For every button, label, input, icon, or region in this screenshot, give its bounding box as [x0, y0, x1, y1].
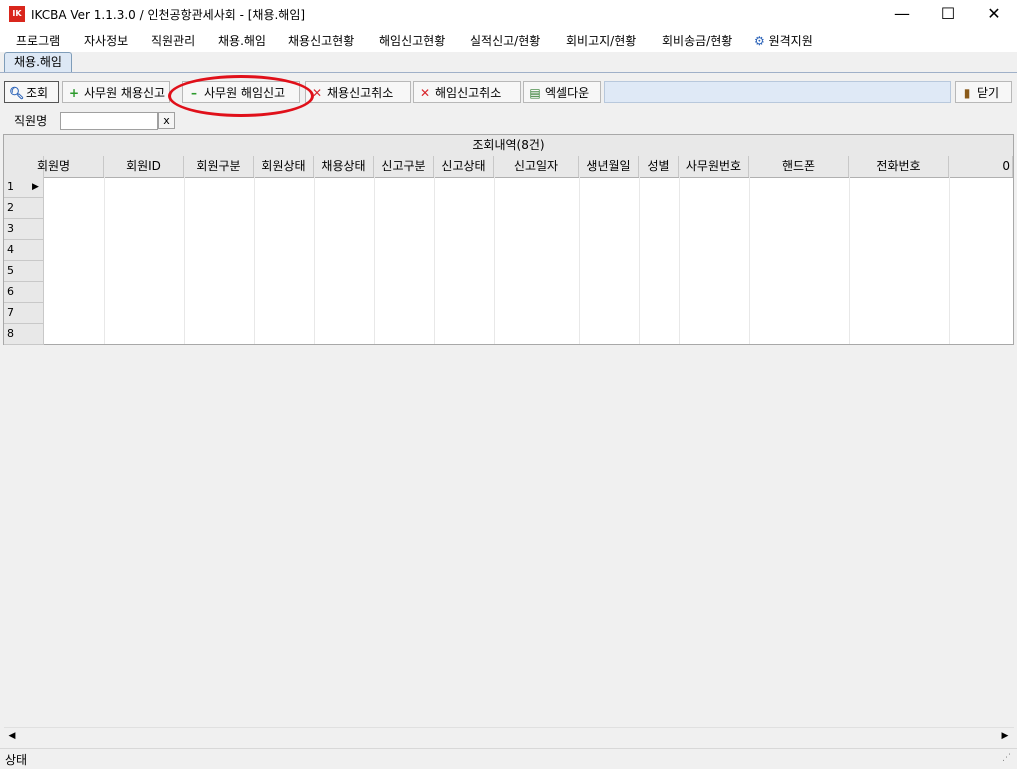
toolbar-spacer	[604, 81, 951, 103]
cancel-hire-report-label: 채용신고취소	[327, 86, 394, 100]
search-button-label: 조회	[26, 86, 49, 100]
row-header[interactable]: 1 ▶	[4, 177, 44, 198]
grid-column-divider	[184, 177, 185, 344]
cancel-dismiss-report-label: 해임신고취소	[435, 86, 502, 100]
excel-icon: ▤	[529, 86, 541, 100]
row-header[interactable]: 7	[4, 303, 44, 324]
cancel-hire-report-button[interactable]: ✕ 채용신고취소	[305, 81, 411, 103]
grid-column-divider	[374, 177, 375, 344]
column-header-report-status[interactable]: 신고상태	[434, 156, 494, 177]
staff-name-input[interactable]	[60, 112, 158, 130]
highlight-annotation	[168, 75, 314, 117]
row-number: 1	[7, 180, 14, 193]
column-header-report-date[interactable]: 신고일자	[494, 156, 579, 177]
column-header-hire-status[interactable]: 채용상태	[314, 156, 374, 177]
row-header[interactable]: 8	[4, 324, 44, 345]
staff-hire-report-label: 사무원 채용신고	[84, 86, 166, 100]
close-screen-label: 닫기	[977, 86, 1000, 100]
column-header-member-name[interactable]: 회원명	[4, 156, 104, 177]
magnifier-icon: 🔍︎	[9, 86, 25, 100]
menu-hire-dismiss[interactable]: 채용.해임	[218, 32, 266, 49]
search-button[interactable]: 🔍︎ 조회	[4, 81, 59, 103]
menu-dismiss-report-status[interactable]: 해임신고현황	[379, 32, 445, 49]
scroll-right-icon[interactable]: ▶	[998, 729, 1012, 743]
row-header[interactable]: 5	[4, 261, 44, 282]
menu-staff-management[interactable]: 직원관리	[151, 32, 195, 49]
scroll-left-icon[interactable]: ◀	[5, 729, 19, 743]
row-header[interactable]: 2	[4, 198, 44, 219]
remote-support-label: 원격지원	[768, 34, 813, 48]
cancel-dismiss-report-button[interactable]: ✕ 해임신고취소	[413, 81, 521, 103]
grid-column-divider	[314, 177, 315, 344]
column-header-member-status[interactable]: 회원상태	[254, 156, 314, 177]
grid-column-divider	[104, 177, 105, 344]
status-bar	[0, 748, 1017, 769]
menu-company-info[interactable]: 자사정보	[84, 32, 128, 49]
status-text: 상태	[5, 753, 28, 767]
menu-hire-report-status[interactable]: 채용신고현황	[288, 32, 354, 49]
column-header-phone[interactable]: 전화번호	[849, 156, 949, 177]
grid-column-divider	[494, 177, 495, 344]
minimize-button[interactable]: —	[879, 0, 925, 28]
excel-download-button[interactable]: ▤ 엑셀다운	[523, 81, 601, 103]
column-header-truncated[interactable]: 0	[949, 156, 1013, 177]
row-header[interactable]: 4	[4, 240, 44, 261]
column-header-staff-number[interactable]: 사무원번호	[679, 156, 749, 177]
menu-fee-notice[interactable]: 회비고지/현황	[566, 32, 636, 49]
horizontal-scrollbar[interactable]	[4, 727, 1014, 746]
window-title: IKCBA Ver 1.1.3.0 / 인천공항관세사회 - [채용.해임]	[31, 8, 306, 22]
resize-grip-icon[interactable]: ⋰	[1002, 753, 1011, 763]
column-header-mobile[interactable]: 핸드폰	[749, 156, 849, 177]
column-header-member-id[interactable]: 회원ID	[104, 156, 184, 177]
tab-hire-dismiss[interactable]: 채용.해임	[4, 52, 72, 72]
column-header-birth-date[interactable]: 생년월일	[579, 156, 639, 177]
plus-icon: +	[68, 86, 80, 100]
grid-header: 회원명 회원ID 회원구분 회원상태 채용상태 신고구분 신고상태 신고일자 생…	[4, 156, 1013, 178]
grid-column-divider	[949, 177, 950, 344]
grid-column-divider	[579, 177, 580, 344]
grid-column-divider	[639, 177, 640, 344]
maximize-button[interactable]: ☐	[925, 0, 971, 28]
exit-door-icon: ▮	[963, 86, 971, 100]
tab-strip	[0, 52, 1017, 73]
current-row-arrow-icon: ▶	[32, 182, 39, 192]
app-logo-icon: IK	[9, 6, 25, 22]
grid-column-divider	[749, 177, 750, 344]
grid-column-divider	[849, 177, 850, 344]
menu-performance-report[interactable]: 실적신고/현황	[470, 32, 540, 49]
close-window-button[interactable]: ✕	[971, 0, 1017, 28]
remote-support-icon: ⚙	[754, 34, 765, 48]
grid-column-divider	[679, 177, 680, 344]
grid-caption: 조회내역(8건)	[4, 135, 1013, 157]
menu-remote-support[interactable]: ⚙ 원격지원	[754, 32, 813, 49]
grid-column-divider	[254, 177, 255, 344]
row-header[interactable]: 3	[4, 219, 44, 240]
column-header-member-type[interactable]: 회원구분	[184, 156, 254, 177]
column-header-report-type[interactable]: 신고구분	[374, 156, 434, 177]
menu-bar: 프로그램 자사정보 직원관리 채용.해임 채용신고현황 해임신고현황 실적신고/…	[0, 28, 1017, 52]
close-screen-button[interactable]: ▮ 닫기	[955, 81, 1012, 103]
staff-hire-report-button[interactable]: + 사무원 채용신고	[62, 81, 170, 103]
grid-column-divider	[434, 177, 435, 344]
row-header[interactable]: 6	[4, 282, 44, 303]
clear-filter-button[interactable]: x	[158, 112, 175, 129]
cross-icon: ✕	[419, 86, 431, 100]
menu-program[interactable]: 프로그램	[16, 32, 60, 49]
staff-name-label: 직원명	[14, 114, 48, 128]
column-header-gender[interactable]: 성별	[639, 156, 679, 177]
excel-download-label: 엑셀다운	[545, 86, 590, 100]
menu-fee-remittance[interactable]: 회비송금/현황	[662, 32, 732, 49]
